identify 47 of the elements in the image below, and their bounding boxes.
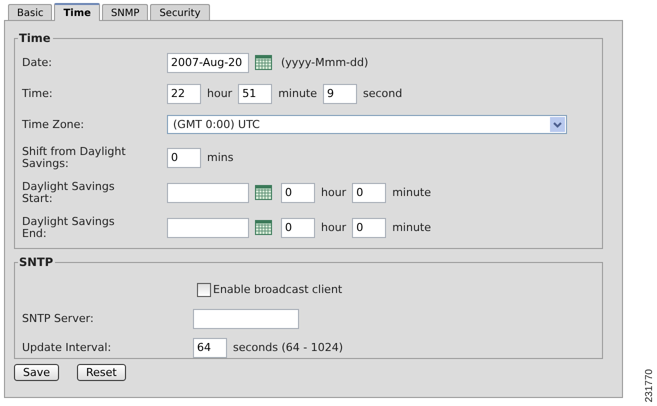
field-label: SNTP Server: (22, 312, 95, 324)
text-field[interactable] (193, 308, 299, 328)
field-label: Daylight Savings End: (22, 216, 116, 240)
number-field[interactable]: 51 (238, 84, 272, 104)
unit-label: minute (392, 221, 431, 234)
time-zone-dropdown[interactable]: (GMT 0:00) UTC (167, 115, 567, 134)
field-label: Date: (22, 56, 53, 68)
date-field[interactable]: 2007-Aug-20 (167, 52, 249, 72)
unit-label: mins (207, 151, 234, 164)
number-field[interactable]: 9 (323, 84, 357, 104)
field-label: Shift from Daylight Savings: (22, 146, 127, 170)
unit-label: seconds (64 - 1024) (233, 341, 343, 354)
unit-label: minute (278, 87, 317, 100)
chevron-down-icon[interactable] (550, 117, 565, 132)
checkbox[interactable] (197, 282, 211, 296)
unit-label: hour (321, 186, 346, 199)
field-label: Time Zone: (22, 118, 86, 130)
checkbox-label[interactable]: Enable broadcast client (213, 283, 342, 296)
number-field[interactable]: 64 (193, 338, 227, 358)
number-field[interactable]: 22 (167, 84, 201, 104)
unit-label: second (363, 87, 402, 100)
section-title: SNTP (18, 255, 54, 269)
number-field[interactable]: 0 (352, 218, 386, 238)
calendar-icon[interactable] (255, 185, 272, 200)
field-label: Time: (22, 88, 54, 100)
field-label: Update Interval: (22, 342, 112, 354)
tab[interactable]: Basic (8, 4, 52, 20)
number-field[interactable]: 0 (281, 182, 315, 202)
number-field[interactable]: 0 (167, 148, 201, 168)
number-field[interactable]: 0 (352, 182, 386, 202)
tab[interactable]: SNMP (102, 4, 148, 20)
number-field[interactable]: 0 (281, 218, 315, 238)
unit-label: hour (207, 87, 232, 100)
unit-label: (yyyy-Mmm-dd) (281, 56, 368, 69)
section-title: Time (18, 31, 52, 45)
calendar-icon[interactable] (255, 55, 272, 70)
tab[interactable]: Security (150, 4, 210, 20)
unit-label: hour (321, 221, 346, 234)
form-button[interactable]: Reset (77, 364, 126, 381)
figure-number: 231770 (644, 368, 655, 402)
calendar-icon[interactable] (255, 220, 272, 235)
date-field[interactable] (167, 218, 249, 238)
unit-label: minute (392, 186, 431, 199)
field-label: Daylight Savings Start: (22, 180, 116, 204)
date-field[interactable] (167, 182, 249, 202)
form-button[interactable]: Save (14, 364, 60, 381)
tab[interactable]: Time (54, 3, 100, 21)
